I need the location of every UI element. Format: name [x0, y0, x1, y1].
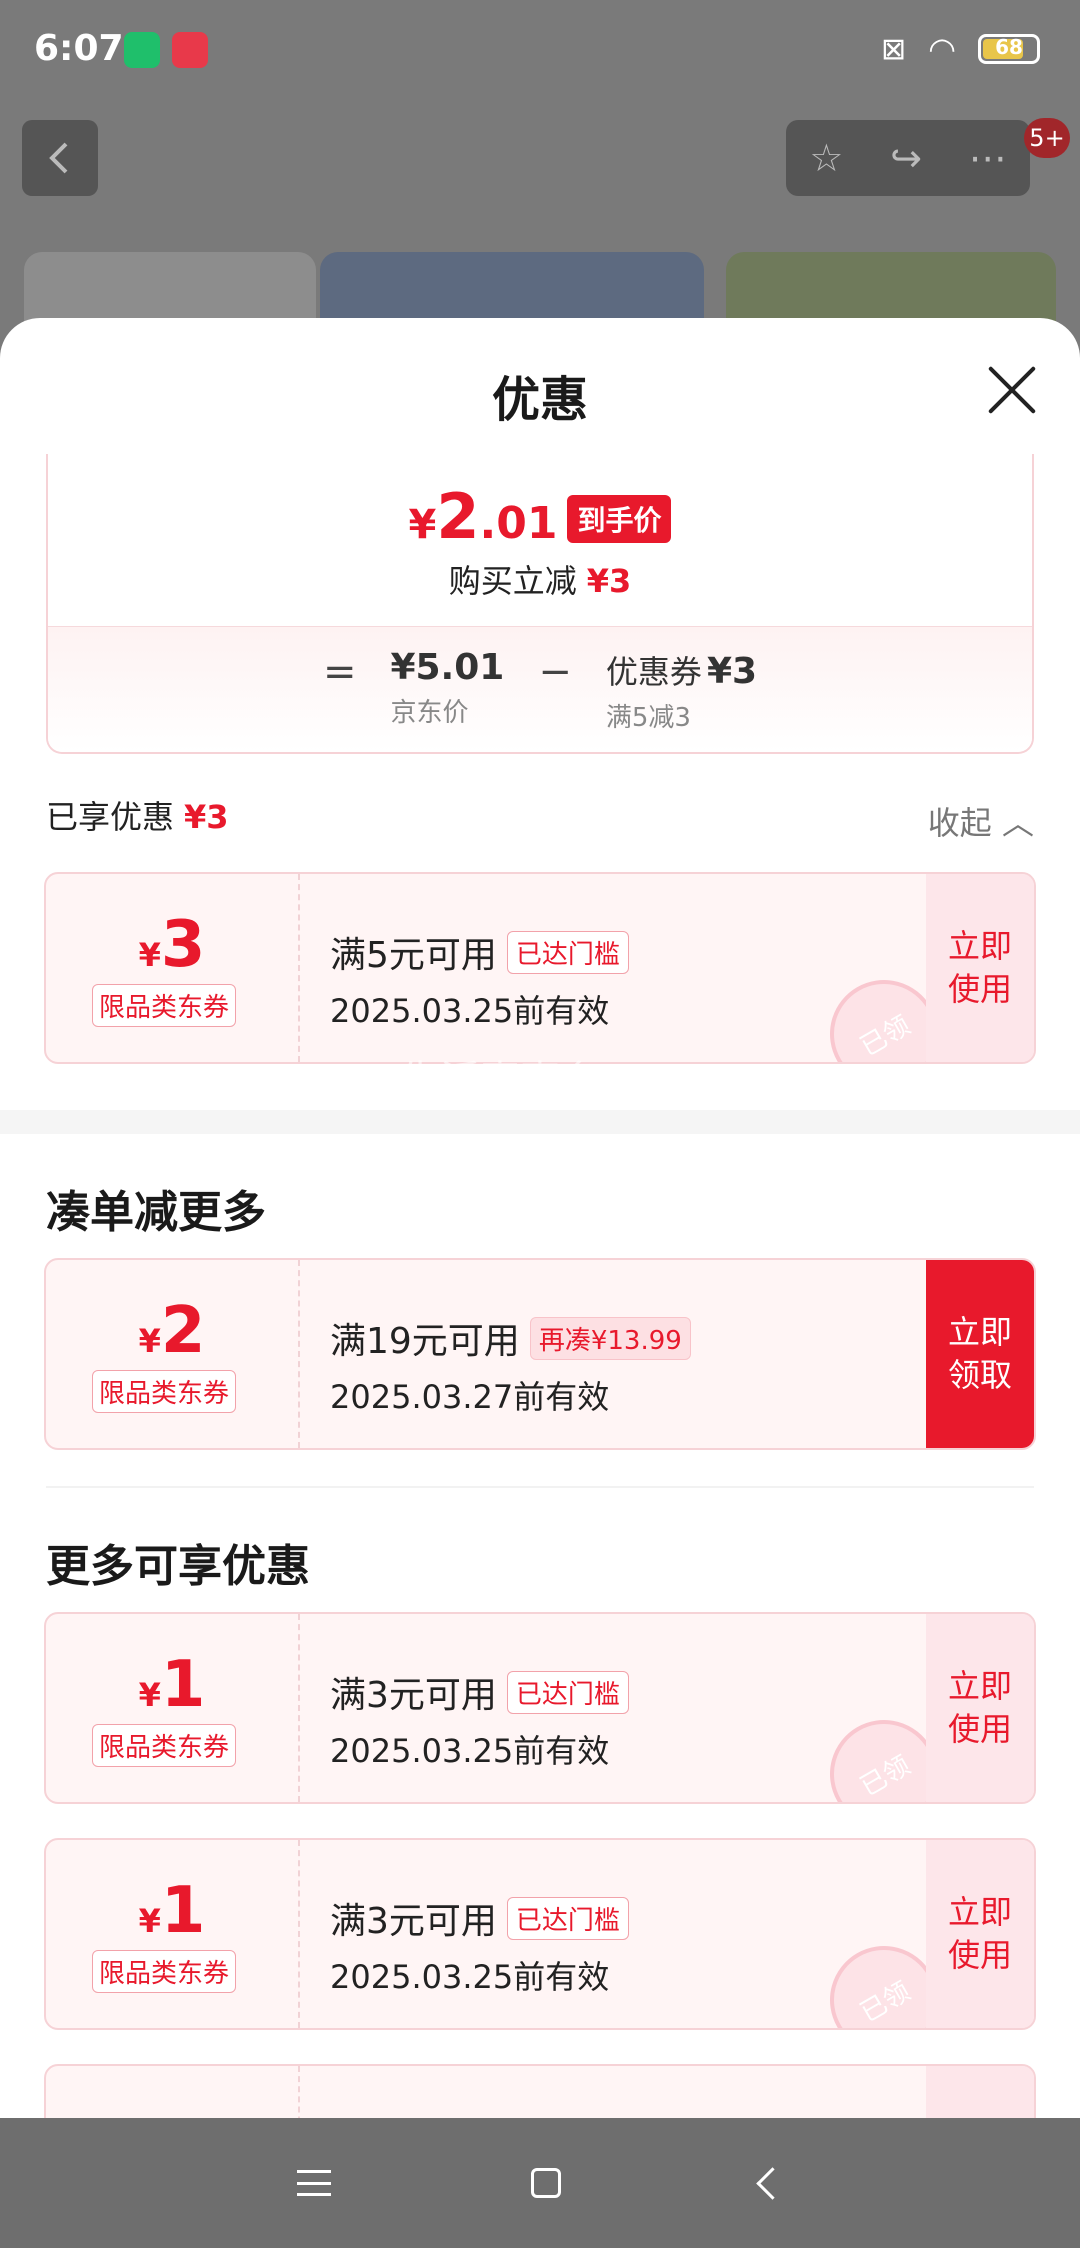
coupon-divider — [298, 1614, 300, 1802]
share-icon[interactable]: ↪ — [890, 136, 922, 180]
coupon-condition: 满5元可用 — [330, 935, 497, 976]
coupon-card: ¥2 限品类东券 满19元可用 再凑¥13.99 2025.03.27前有效 立即… — [44, 1258, 1036, 1450]
use-now-button[interactable]: 立即 使用 — [926, 874, 1034, 1062]
enjoyed-discount-row: 已享优惠 ¥3 收起 ︿ — [46, 792, 1034, 842]
use-now-label: 立即 使用 — [947, 1666, 1012, 1748]
minus-sign: − — [538, 649, 572, 695]
system-nav-bar — [0, 2118, 1080, 2248]
coupon-type: 限品类东券 — [92, 1950, 237, 1993]
combine-section-title: 凑单减更多 — [46, 1187, 266, 1238]
wifi-icon: ◠ — [928, 30, 956, 68]
more-section-title: 更多可享优惠 — [46, 1541, 310, 1592]
price-integer: 2 — [436, 480, 480, 553]
currency-symbol: ¥ — [408, 502, 437, 548]
coupon-label: 优惠券 — [605, 653, 702, 691]
price-decimal: .01 — [479, 498, 558, 549]
price-summary-card: ¥ 2 .01 到手价 购买立减 ¥3 = ¥5.01 京东价 − 优惠券 ¥3 … — [46, 454, 1034, 754]
coupon-card: ¥1 限品类东券 满3元可用 已达门槛 2025.03.25前有效 已领 立即 使… — [44, 1612, 1036, 1804]
watermark: 生活喜事多 — [400, 1058, 600, 1104]
enjoyed-discount-title: 已享优惠 ¥3 — [46, 792, 229, 838]
recent-apps-icon[interactable] — [296, 2170, 331, 2196]
coupon-amount: 3 — [160, 908, 206, 982]
notification-off-icon: ⊠ — [880, 31, 907, 67]
chevron-up-icon: ︿ — [1001, 804, 1034, 842]
coupon-divider — [298, 874, 300, 1062]
red-packet-app-icon — [172, 32, 208, 68]
back-button[interactable] — [22, 120, 98, 196]
use-now-button[interactable] — [926, 2066, 1034, 2118]
claim-now-label: 立即 领取 — [947, 1312, 1012, 1394]
coupon-status-chip: 已达门槛 — [506, 1671, 629, 1714]
coupon-expiry: 2025.03.25前有效 — [330, 1958, 610, 1996]
coupon-status-chip: 已达门槛 — [506, 1897, 629, 1940]
coupon-card: ¥3 限品类东券 满5元可用 已达门槛 2025.03.25前有效 已领 立即 使… — [44, 872, 1036, 1064]
message-badge: 5+ — [1024, 118, 1070, 158]
reduction-amount: ¥3 — [586, 562, 632, 600]
coupon-expiry: 2025.03.27前有效 — [330, 1378, 610, 1416]
coupon-condition: 满19元可用 — [330, 1321, 520, 1362]
header-toolbar: ☆ ↪ ⋯ — [786, 120, 1030, 196]
enjoyed-label: 已享优惠 — [46, 798, 175, 836]
battery-level: 68 — [995, 35, 1023, 59]
coupon-currency: ¥ — [138, 936, 161, 974]
coupon-type: 限品类东券 — [92, 1724, 237, 1767]
final-price: ¥ 2 .01 到手价 — [48, 480, 1032, 553]
use-now-label: 立即 使用 — [947, 926, 1012, 1008]
divider — [46, 1486, 1034, 1488]
collapse-button[interactable]: 收起 ︿ — [928, 798, 1034, 844]
chevron-left-icon — [49, 142, 68, 174]
reduction-label: 购买立减 — [448, 562, 577, 600]
claim-now-button[interactable]: 立即 领取 — [926, 1260, 1034, 1448]
status-time: 6:07 — [34, 28, 124, 69]
use-now-button[interactable]: 立即 使用 — [926, 1614, 1034, 1802]
close-icon[interactable] — [984, 362, 1040, 418]
use-now-label: 立即 使用 — [947, 1892, 1012, 1974]
battery-icon: 68 — [978, 34, 1040, 64]
coupon-type: 限品类东券 — [92, 1370, 237, 1413]
coupon-condition: 满3元可用 — [330, 1675, 497, 1716]
coupon-divider — [298, 1260, 300, 1448]
coupon-card — [44, 2064, 1036, 2118]
coupon-currency: ¥ — [138, 1676, 161, 1714]
final-price-tag: 到手价 — [567, 495, 672, 543]
status-bar: 6:07 ⊠ ◠ 68 — [0, 0, 1080, 100]
home-icon[interactable] — [530, 2168, 561, 2198]
coupon-card: ¥1 限品类东券 满3元可用 已达门槛 2025.03.25前有效 已领 立即 使… — [44, 1838, 1036, 2030]
collapse-label: 收起 — [927, 804, 992, 842]
price-formula: = ¥5.01 京东价 − 优惠券 ¥3 满5减3 — [48, 626, 1032, 752]
sheet-title: 优惠 — [491, 372, 588, 428]
coupon-rule: 满5减3 — [605, 703, 691, 733]
more-icon[interactable]: ⋯ — [969, 136, 1007, 180]
coupon-expiry: 2025.03.25前有效 — [330, 992, 610, 1030]
coupon-divider — [298, 1840, 300, 2028]
coupon-condition: 满3元可用 — [330, 1901, 497, 1942]
coupon-type: 限品类东券 — [92, 984, 237, 1027]
coupon-amount: 1 — [160, 1874, 206, 1948]
back-icon[interactable] — [755, 2166, 789, 2200]
coupon-divider — [298, 2066, 300, 2118]
coupon-status-chip: 已达门槛 — [506, 931, 629, 974]
coupon-currency: ¥ — [138, 1322, 161, 1360]
discount-sheet: 优惠 ¥ 2 .01 到手价 购买立减 ¥3 = ¥5.01 京东价 − 优惠券… — [0, 318, 1080, 2118]
coupon-currency: ¥ — [138, 1902, 161, 1940]
jd-price-label: 京东价 — [390, 698, 469, 728]
coupon-value: ¥3 — [706, 651, 758, 692]
instant-reduction: 购买立减 ¥3 — [48, 556, 1032, 602]
shield-app-icon — [124, 32, 160, 68]
coupon-amount: 2 — [160, 1294, 206, 1368]
coupon-expiry: 2025.03.25前有效 — [330, 1732, 610, 1770]
use-now-button[interactable]: 立即 使用 — [926, 1840, 1034, 2028]
star-icon[interactable]: ☆ — [809, 136, 843, 180]
jd-price: ¥5.01 — [390, 647, 505, 688]
add-on-amount-chip: 再凑¥13.99 — [529, 1317, 691, 1360]
section-divider — [0, 1110, 1080, 1134]
enjoyed-amount: ¥3 — [184, 798, 229, 836]
coupon-amount: 1 — [160, 1648, 206, 1722]
equals-sign: = — [322, 649, 357, 695]
